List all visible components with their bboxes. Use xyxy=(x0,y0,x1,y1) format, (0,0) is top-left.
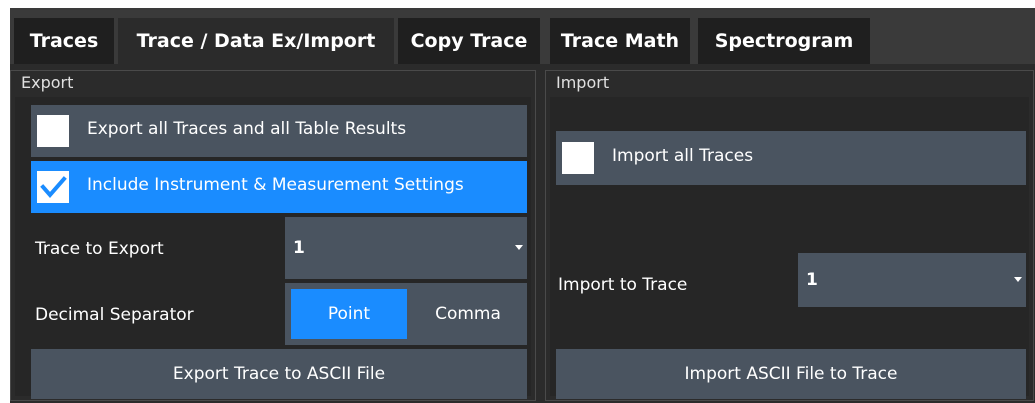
decimal-separator-toggle: Point Comma xyxy=(285,283,527,345)
export-trace-button[interactable]: Export Trace to ASCII File xyxy=(31,349,527,399)
trace-to-export-dropdown[interactable]: 1 xyxy=(285,217,527,279)
export-group-title: Export xyxy=(21,73,74,92)
import-ascii-button[interactable]: Import ASCII File to Trace xyxy=(556,349,1026,399)
export-all-label: Export all Traces and all Table Results xyxy=(87,119,407,139)
chevron-down-icon xyxy=(515,245,523,250)
trace-to-export-label: Trace to Export xyxy=(35,239,164,259)
export-all-checkbox[interactable] xyxy=(37,115,69,147)
import-all-checkbox[interactable] xyxy=(562,142,594,174)
decimal-point-option[interactable]: Point xyxy=(291,289,407,339)
export-group-body: Export all Traces and all Table Results … xyxy=(15,97,531,399)
tab-copy-trace[interactable]: Copy Trace xyxy=(398,18,540,64)
import-to-trace-dropdown[interactable]: 1 xyxy=(798,253,1026,307)
include-settings-label: Include Instrument & Measurement Setting… xyxy=(87,175,464,195)
import-group-title: Import xyxy=(556,73,610,92)
tab-spectrogram[interactable]: Spectrogram xyxy=(698,18,870,64)
import-all-row[interactable]: Import all Traces xyxy=(556,131,1026,185)
tab-trace-math[interactable]: Trace Math xyxy=(550,18,690,64)
dialog-window: Traces Trace / Data Ex/Import Copy Trace… xyxy=(10,8,1035,403)
chevron-down-icon xyxy=(1014,277,1022,282)
decimal-separator-label: Decimal Separator xyxy=(35,305,194,325)
include-settings-checkbox[interactable] xyxy=(37,171,69,203)
checkmark-icon xyxy=(40,176,67,199)
decimal-comma-option[interactable]: Comma xyxy=(409,283,527,345)
trace-to-export-value: 1 xyxy=(293,238,305,258)
import-group: Import Import all Traces Import to Trace… xyxy=(545,70,1034,401)
import-to-trace-label: Import to Trace xyxy=(558,275,688,295)
tab-bar: Traces Trace / Data Ex/Import Copy Trace… xyxy=(10,8,1035,64)
include-settings-row[interactable]: Include Instrument & Measurement Setting… xyxy=(31,161,527,213)
import-group-body: Import all Traces Import to Trace 1 Impo… xyxy=(550,97,1029,399)
import-all-label: Import all Traces xyxy=(612,146,754,166)
import-to-trace-value: 1 xyxy=(806,270,818,290)
tab-traces[interactable]: Traces xyxy=(14,18,114,64)
tab-trace-data-ex-import[interactable]: Trace / Data Ex/Import xyxy=(118,18,394,64)
export-group: Export Export all Traces and all Table R… xyxy=(10,70,536,401)
export-all-row[interactable]: Export all Traces and all Table Results xyxy=(31,105,527,157)
